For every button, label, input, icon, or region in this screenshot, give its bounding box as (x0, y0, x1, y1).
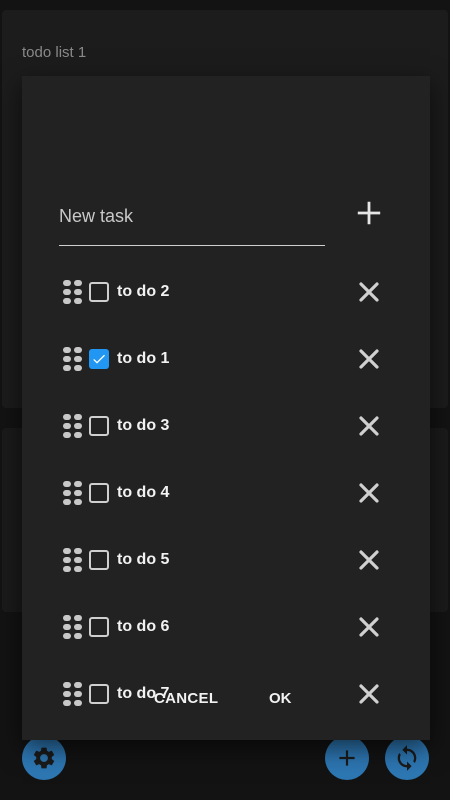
drag-handle-icon[interactable] (62, 346, 84, 372)
plus-icon (357, 201, 381, 225)
add-list-button[interactable] (325, 736, 369, 780)
task-row: to do 4 (22, 459, 430, 526)
task-checkbox[interactable] (89, 549, 109, 570)
task-label: to do 2 (117, 282, 170, 300)
close-icon (359, 616, 379, 637)
check-icon (93, 354, 105, 364)
close-icon (359, 348, 379, 369)
task-row: to do 1 (22, 325, 430, 392)
drag-handle-icon[interactable] (62, 480, 84, 506)
close-icon (359, 415, 379, 436)
add-task-button[interactable] (352, 196, 386, 230)
drag-handle-icon[interactable] (62, 547, 84, 573)
delete-task-button[interactable] (356, 413, 382, 439)
edit-todo-dialog: to do 2 to do 1 (22, 76, 430, 740)
task-row: to do 6 (22, 593, 430, 660)
new-task-input[interactable] (59, 188, 325, 246)
delete-task-button[interactable] (356, 614, 382, 640)
task-label: to do 1 (117, 349, 170, 367)
task-checkbox[interactable] (89, 482, 109, 503)
task-label: to do 3 (117, 416, 170, 434)
drag-handle-icon[interactable] (62, 614, 84, 640)
plus-icon (339, 750, 355, 766)
task-label: to do 5 (117, 550, 170, 568)
task-row: to do 2 (22, 258, 430, 325)
task-checkbox[interactable] (89, 348, 109, 369)
task-row: to do 5 (22, 526, 430, 593)
dialog-actions: CANCEL OK (22, 690, 430, 714)
delete-task-button[interactable] (356, 547, 382, 573)
drag-handle-icon[interactable] (62, 413, 84, 439)
sync-icon (397, 745, 417, 771)
close-icon (359, 281, 379, 302)
task-checkbox[interactable] (89, 281, 109, 302)
gear-icon (33, 747, 55, 769)
task-row: to do 3 (22, 392, 430, 459)
task-label: to do 6 (117, 617, 170, 635)
task-list: to do 2 to do 1 to do 3 to do 4 to do 5 … (22, 258, 430, 727)
delete-task-button[interactable] (356, 279, 382, 305)
todo-list-title: todo list 1 (22, 44, 87, 61)
task-checkbox[interactable] (89, 415, 109, 436)
close-icon (359, 549, 379, 570)
settings-button[interactable] (22, 736, 66, 780)
ok-button[interactable]: OK (269, 690, 292, 707)
delete-task-button[interactable] (356, 480, 382, 506)
cancel-button[interactable]: CANCEL (154, 690, 218, 707)
delete-task-button[interactable] (356, 346, 382, 372)
close-icon (359, 482, 379, 503)
drag-handle-icon[interactable] (62, 279, 84, 305)
task-label: to do 4 (117, 483, 170, 501)
sync-button[interactable] (385, 736, 429, 780)
task-checkbox[interactable] (89, 616, 109, 637)
